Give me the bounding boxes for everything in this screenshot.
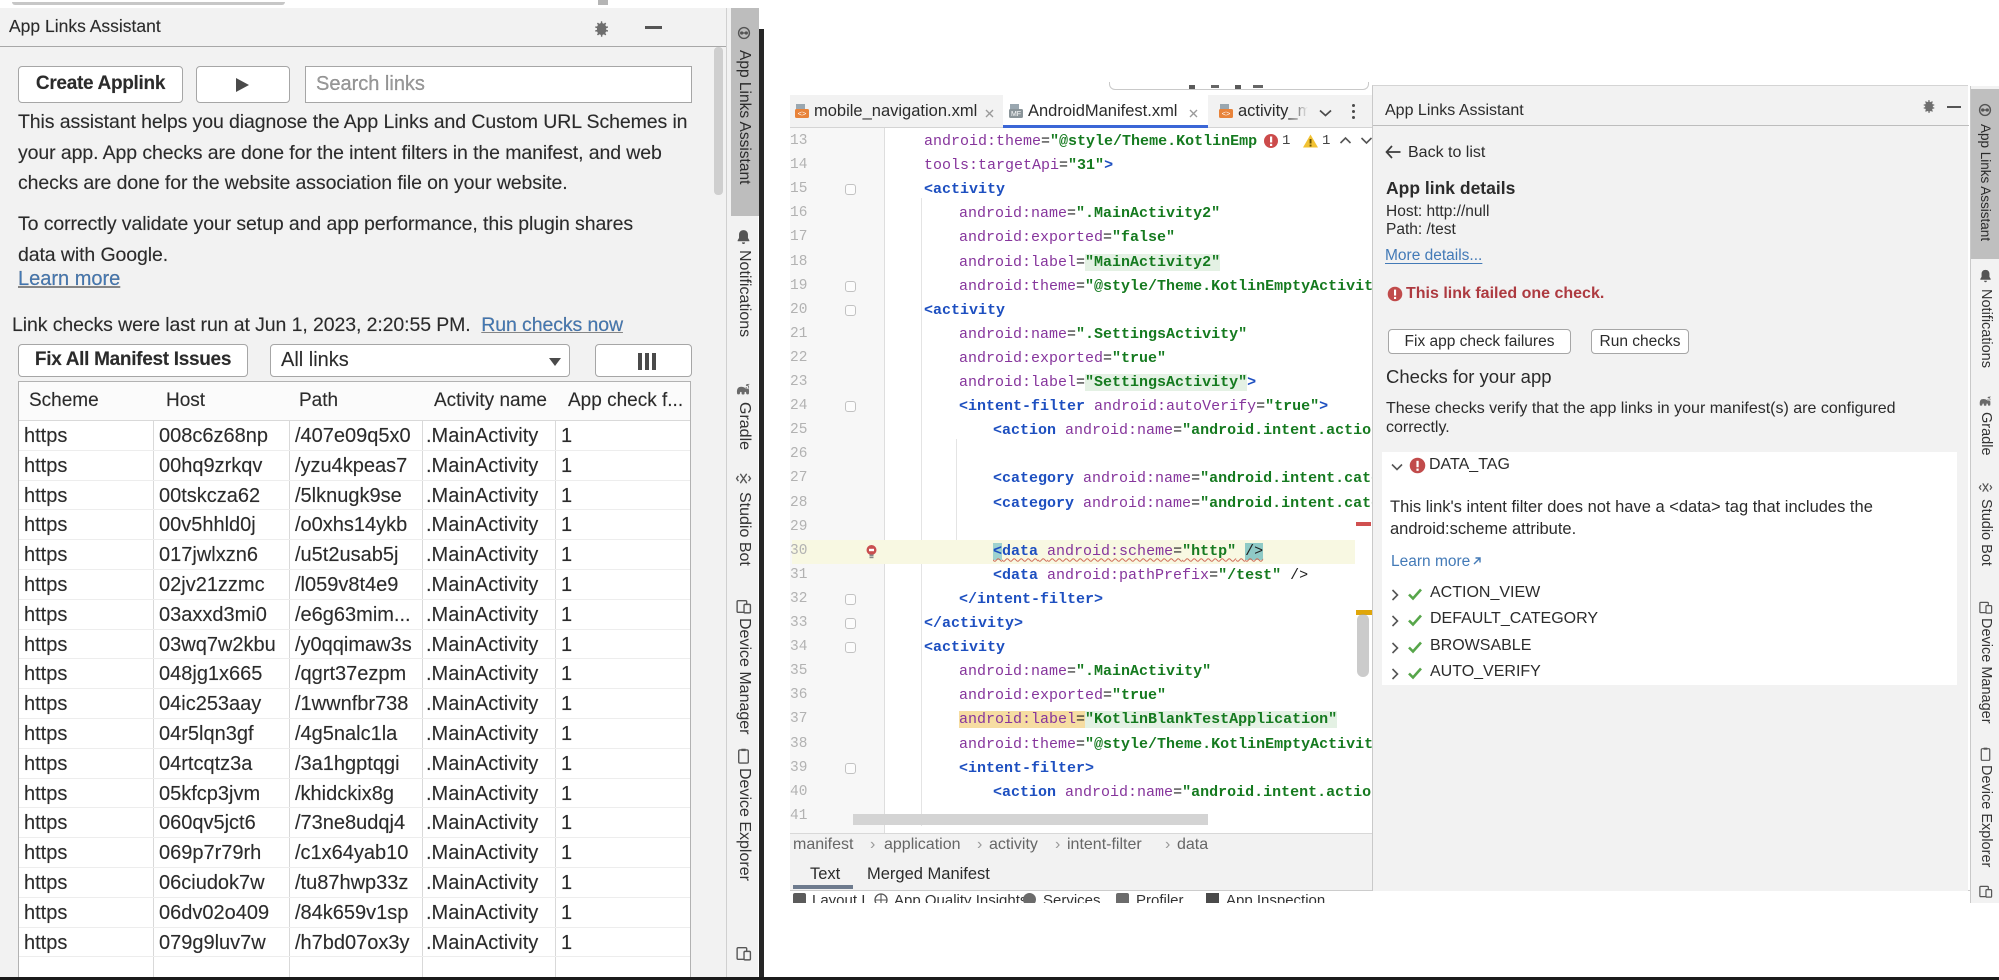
svg-text:MF: MF — [1011, 111, 1021, 118]
svg-text:<>: <> — [1222, 109, 1231, 118]
svg-text:<>: <> — [798, 109, 807, 118]
